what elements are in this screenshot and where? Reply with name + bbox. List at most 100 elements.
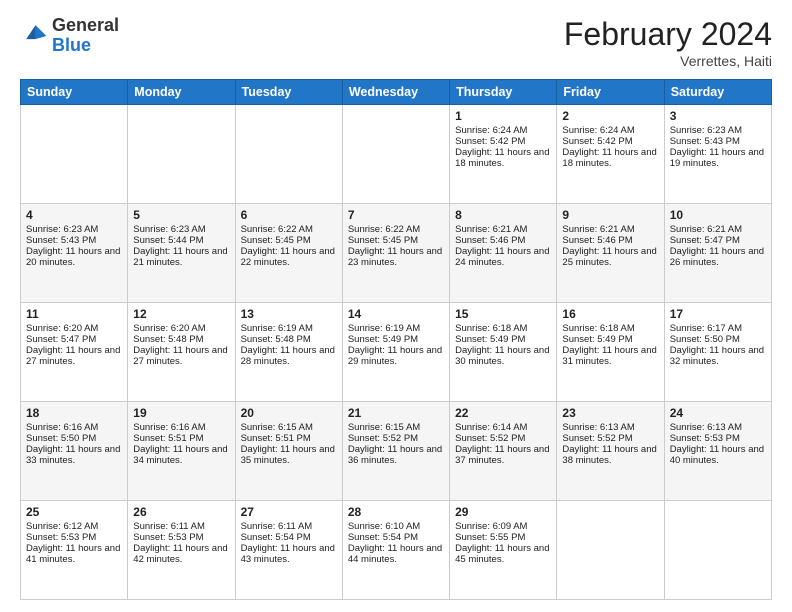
day-info: Sunset: 5:53 PM	[670, 433, 766, 444]
calendar-week-row: 1Sunrise: 6:24 AMSunset: 5:42 PMDaylight…	[21, 105, 772, 204]
calendar-subtitle: Verrettes, Haiti	[564, 53, 772, 69]
day-info: Sunset: 5:50 PM	[26, 433, 122, 444]
page: General Blue February 2024 Verrettes, Ha…	[0, 0, 792, 612]
calendar-title: February 2024	[564, 16, 772, 53]
day-number: 23	[562, 406, 658, 420]
day-number: 29	[455, 505, 551, 519]
logo: General Blue	[20, 16, 119, 56]
day-info: Daylight: 11 hours and 43 minutes.	[241, 543, 337, 565]
calendar-week-row: 4Sunrise: 6:23 AMSunset: 5:43 PMDaylight…	[21, 204, 772, 303]
calendar-cell: 28Sunrise: 6:10 AMSunset: 5:54 PMDayligh…	[342, 501, 449, 600]
day-info: Sunrise: 6:11 AM	[241, 521, 337, 532]
day-info: Daylight: 11 hours and 27 minutes.	[26, 345, 122, 367]
calendar-cell	[557, 501, 664, 600]
day-info: Sunrise: 6:20 AM	[133, 323, 229, 334]
day-info: Sunrise: 6:22 AM	[241, 224, 337, 235]
day-number: 24	[670, 406, 766, 420]
day-info: Daylight: 11 hours and 32 minutes.	[670, 345, 766, 367]
day-info: Daylight: 11 hours and 22 minutes.	[241, 246, 337, 268]
day-info: Sunrise: 6:19 AM	[348, 323, 444, 334]
calendar-cell: 6Sunrise: 6:22 AMSunset: 5:45 PMDaylight…	[235, 204, 342, 303]
day-info: Sunrise: 6:20 AM	[26, 323, 122, 334]
day-info: Daylight: 11 hours and 19 minutes.	[670, 147, 766, 169]
day-info: Sunset: 5:43 PM	[670, 136, 766, 147]
calendar-cell: 29Sunrise: 6:09 AMSunset: 5:55 PMDayligh…	[450, 501, 557, 600]
day-info: Daylight: 11 hours and 25 minutes.	[562, 246, 658, 268]
day-number: 13	[241, 307, 337, 321]
calendar-cell	[21, 105, 128, 204]
day-info: Daylight: 11 hours and 34 minutes.	[133, 444, 229, 466]
day-info: Sunset: 5:43 PM	[26, 235, 122, 246]
day-info: Daylight: 11 hours and 31 minutes.	[562, 345, 658, 367]
day-info: Daylight: 11 hours and 23 minutes.	[348, 246, 444, 268]
day-info: Daylight: 11 hours and 36 minutes.	[348, 444, 444, 466]
calendar-cell: 13Sunrise: 6:19 AMSunset: 5:48 PMDayligh…	[235, 303, 342, 402]
day-info: Sunset: 5:44 PM	[133, 235, 229, 246]
day-info: Sunset: 5:49 PM	[562, 334, 658, 345]
calendar-cell: 10Sunrise: 6:21 AMSunset: 5:47 PMDayligh…	[664, 204, 771, 303]
day-number: 10	[670, 208, 766, 222]
day-info: Sunrise: 6:13 AM	[670, 422, 766, 433]
day-info: Sunrise: 6:21 AM	[562, 224, 658, 235]
calendar-cell: 7Sunrise: 6:22 AMSunset: 5:45 PMDaylight…	[342, 204, 449, 303]
calendar-header-row: SundayMondayTuesdayWednesdayThursdayFrid…	[21, 80, 772, 105]
calendar-cell: 3Sunrise: 6:23 AMSunset: 5:43 PMDaylight…	[664, 105, 771, 204]
calendar-cell: 2Sunrise: 6:24 AMSunset: 5:42 PMDaylight…	[557, 105, 664, 204]
day-info: Sunrise: 6:16 AM	[26, 422, 122, 433]
day-info: Sunrise: 6:24 AM	[455, 125, 551, 136]
day-info: Sunset: 5:51 PM	[133, 433, 229, 444]
day-info: Sunset: 5:51 PM	[241, 433, 337, 444]
day-info: Daylight: 11 hours and 18 minutes.	[455, 147, 551, 169]
day-number: 17	[670, 307, 766, 321]
day-info: Sunrise: 6:24 AM	[562, 125, 658, 136]
day-info: Daylight: 11 hours and 33 minutes.	[26, 444, 122, 466]
calendar-cell	[342, 105, 449, 204]
calendar-cell: 15Sunrise: 6:18 AMSunset: 5:49 PMDayligh…	[450, 303, 557, 402]
day-info: Sunrise: 6:12 AM	[26, 521, 122, 532]
calendar-cell: 8Sunrise: 6:21 AMSunset: 5:46 PMDaylight…	[450, 204, 557, 303]
day-info: Sunrise: 6:21 AM	[670, 224, 766, 235]
day-number: 1	[455, 109, 551, 123]
day-info: Sunrise: 6:14 AM	[455, 422, 551, 433]
day-number: 12	[133, 307, 229, 321]
calendar-cell: 27Sunrise: 6:11 AMSunset: 5:54 PMDayligh…	[235, 501, 342, 600]
day-info: Daylight: 11 hours and 37 minutes.	[455, 444, 551, 466]
calendar-week-row: 18Sunrise: 6:16 AMSunset: 5:50 PMDayligh…	[21, 402, 772, 501]
day-info: Sunrise: 6:17 AM	[670, 323, 766, 334]
day-number: 3	[670, 109, 766, 123]
day-info: Sunset: 5:47 PM	[26, 334, 122, 345]
day-of-week-header: Friday	[557, 80, 664, 105]
day-number: 19	[133, 406, 229, 420]
day-info: Sunset: 5:46 PM	[455, 235, 551, 246]
day-info: Sunrise: 6:10 AM	[348, 521, 444, 532]
day-number: 5	[133, 208, 229, 222]
calendar-cell: 20Sunrise: 6:15 AMSunset: 5:51 PMDayligh…	[235, 402, 342, 501]
day-number: 22	[455, 406, 551, 420]
day-number: 15	[455, 307, 551, 321]
header: General Blue February 2024 Verrettes, Ha…	[20, 16, 772, 69]
day-info: Sunrise: 6:13 AM	[562, 422, 658, 433]
calendar-cell: 23Sunrise: 6:13 AMSunset: 5:52 PMDayligh…	[557, 402, 664, 501]
logo-icon	[20, 22, 48, 50]
day-info: Sunset: 5:50 PM	[670, 334, 766, 345]
day-info: Sunset: 5:46 PM	[562, 235, 658, 246]
day-info: Sunrise: 6:22 AM	[348, 224, 444, 235]
day-info: Sunset: 5:49 PM	[455, 334, 551, 345]
calendar-cell: 11 Sunrise: 6:20 AMSunset: 5:47 PMDayligh…	[21, 303, 128, 402]
day-number: 14	[348, 307, 444, 321]
day-info: Daylight: 11 hours and 42 minutes.	[133, 543, 229, 565]
day-info: Sunrise: 6:21 AM	[455, 224, 551, 235]
calendar-cell	[235, 105, 342, 204]
calendar-cell: 19Sunrise: 6:16 AMSunset: 5:51 PMDayligh…	[128, 402, 235, 501]
day-number: 18	[26, 406, 122, 420]
day-info: Daylight: 11 hours and 24 minutes.	[455, 246, 551, 268]
day-number: 9	[562, 208, 658, 222]
calendar-cell: 22 Sunrise: 6:14 AMSunset: 5:52 PMDayligh…	[450, 402, 557, 501]
day-info: Daylight: 11 hours and 27 minutes.	[133, 345, 229, 367]
day-number: 11	[26, 307, 122, 321]
day-info: Sunset: 5:49 PM	[348, 334, 444, 345]
calendar-cell: 24Sunrise: 6:13 AMSunset: 5:53 PMDayligh…	[664, 402, 771, 501]
day-number: 16	[562, 307, 658, 321]
day-of-week-header: Wednesday	[342, 80, 449, 105]
day-info: Sunset: 5:52 PM	[455, 433, 551, 444]
